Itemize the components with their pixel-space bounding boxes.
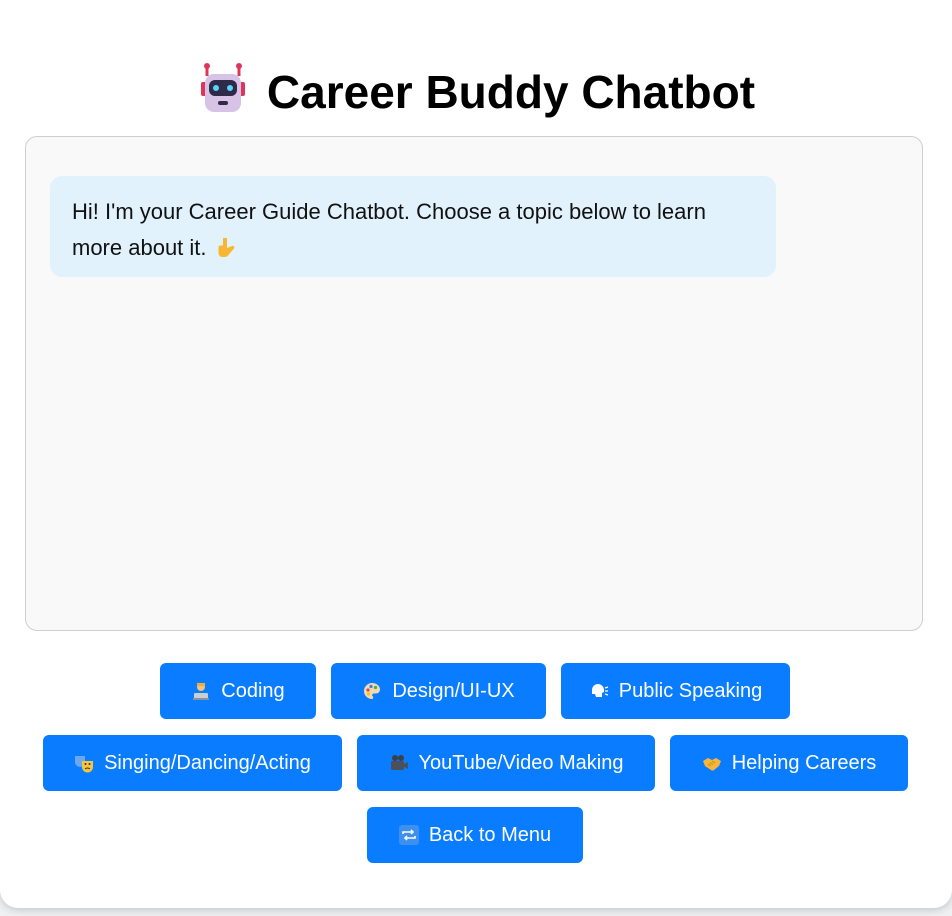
bot-message: Hi! I'm your Career Guide Chatbot. Choos…	[50, 176, 776, 277]
youtube-video-making-button[interactable]: YouTube/Video Making	[357, 735, 655, 791]
speaking-head-icon	[589, 681, 609, 701]
public-speaking-button[interactable]: Public Speaking	[561, 663, 790, 719]
pointing-down-icon	[215, 235, 239, 259]
helping-careers-button-label: Helping Careers	[731, 751, 877, 774]
theater-masks-icon	[74, 753, 94, 773]
handshake-icon	[702, 753, 722, 773]
repeat-icon	[398, 825, 419, 845]
page-title: Career Buddy Chatbot	[0, 62, 952, 122]
technologist-icon	[191, 681, 211, 701]
public-speaking-button-label: Public Speaking	[618, 679, 763, 702]
back-to-menu-button[interactable]: Back to Menu	[367, 807, 583, 863]
bot-message-text: Hi! I'm your Career Guide Chatbot. Choos…	[72, 199, 706, 260]
back-to-menu-button-label: Back to Menu	[428, 823, 552, 846]
robot-icon	[197, 62, 249, 114]
palette-icon	[362, 681, 382, 701]
coding-button-label: Coding	[221, 679, 285, 702]
page-title-text: Career Buddy Chatbot	[266, 66, 756, 118]
helping-careers-button[interactable]: Helping Careers	[670, 735, 908, 791]
youtube-video-making-button-label: YouTube/Video Making	[418, 751, 624, 774]
singing-dancing-acting-button-label: Singing/Dancing/Acting	[104, 751, 311, 774]
coding-button[interactable]: Coding	[160, 663, 316, 719]
movie-camera-icon	[389, 753, 409, 773]
design-ui-ux-button[interactable]: Design/UI-UX	[331, 663, 546, 719]
chatbot-card: Career Buddy Chatbot Hi! I'm your Career…	[0, 0, 952, 908]
design-ui-ux-button-label: Design/UI-UX	[392, 679, 515, 702]
chat-window[interactable]: Hi! I'm your Career Guide Chatbot. Choos…	[25, 136, 923, 631]
singing-dancing-acting-button[interactable]: Singing/Dancing/Acting	[43, 735, 342, 791]
